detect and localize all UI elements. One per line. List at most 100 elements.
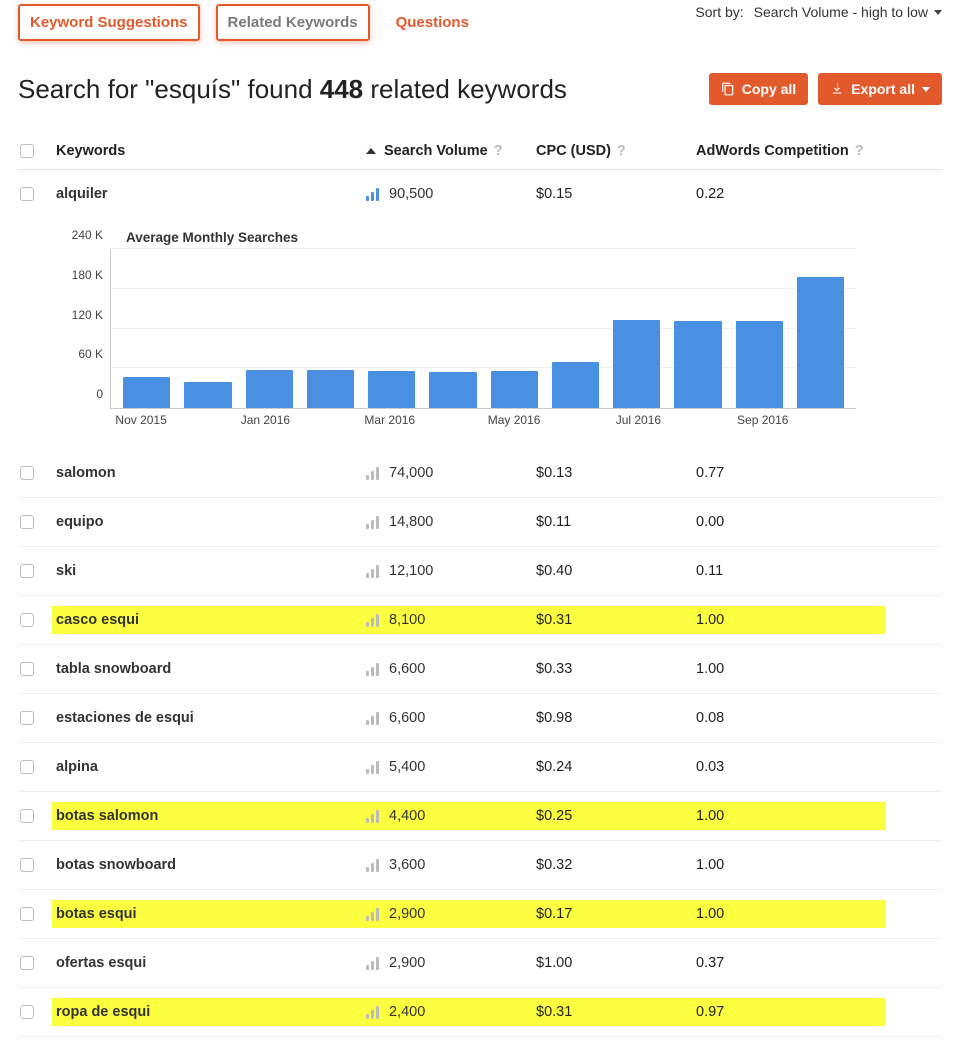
trend-bars-icon[interactable]	[366, 564, 379, 578]
y-tick-label: 120 K	[72, 308, 111, 322]
x-tick-label: May 2016	[488, 413, 541, 427]
row-checkbox[interactable]	[20, 187, 34, 201]
cpc-cell: $0.31	[536, 998, 696, 1026]
column-header-keywords[interactable]: Keywords	[56, 143, 366, 159]
y-tick-label: 180 K	[72, 268, 111, 282]
row-checkbox[interactable]	[20, 466, 34, 480]
volume-cell: 14,800	[389, 514, 433, 530]
row-checkbox[interactable]	[20, 515, 34, 529]
help-icon[interactable]: ?	[855, 143, 864, 159]
column-header-adwords[interactable]: AdWords Competition ?	[696, 143, 886, 159]
keyword-cell: alquiler	[56, 186, 108, 202]
adwords-cell: 0.11	[696, 557, 886, 585]
cpc-cell: $0.17	[536, 900, 696, 928]
table-row: botas salomon4,400$0.251.00	[18, 792, 942, 841]
row-checkbox[interactable]	[20, 858, 34, 872]
chart-bar	[552, 362, 599, 408]
volume-cell: 3,600	[389, 857, 425, 873]
adwords-cell: 1.00	[696, 655, 886, 683]
chart-bar	[368, 371, 415, 408]
chart-bar	[246, 370, 293, 408]
adwords-cell: 1.00	[696, 900, 886, 928]
select-all-checkbox[interactable]	[20, 144, 34, 158]
row-checkbox[interactable]	[20, 711, 34, 725]
export-all-label: Export all	[851, 81, 915, 97]
chevron-down-icon	[922, 87, 930, 92]
adwords-cell: 0.97	[696, 998, 886, 1026]
table-row: tabla snowboard 6,600 $0.331.00	[18, 645, 942, 694]
x-tick-label: Jan 2016	[241, 413, 290, 427]
chart-bar	[123, 377, 170, 408]
x-tick-label: Nov 2015	[115, 413, 166, 427]
volume-cell: 2,400	[389, 1004, 425, 1020]
trend-bars-icon[interactable]	[366, 760, 379, 774]
y-tick-label: 0	[96, 387, 111, 401]
keyword-cell: ski	[56, 563, 76, 579]
copy-icon	[721, 82, 735, 96]
column-header-search-volume[interactable]: Search Volume ?	[366, 143, 536, 159]
table-row: salomon74,000$0.130.77	[18, 449, 942, 498]
keyword-cell: botas salomon	[56, 808, 158, 824]
tab-related-keywords[interactable]: Related Keywords	[216, 4, 370, 41]
volume-cell: 90,500	[389, 186, 433, 202]
row-checkbox[interactable]	[20, 1005, 34, 1019]
sort-asc-icon	[366, 148, 376, 154]
trend-bars-icon[interactable]	[366, 907, 379, 921]
trend-bars-icon[interactable]	[366, 613, 379, 627]
trend-bars-icon[interactable]	[366, 187, 379, 201]
trend-bars-icon[interactable]	[366, 515, 379, 529]
chevron-down-icon	[934, 10, 942, 15]
keyword-cell: estaciones de esqui	[56, 710, 194, 726]
help-icon[interactable]: ?	[494, 143, 503, 159]
row-checkbox[interactable]	[20, 760, 34, 774]
tab-keyword-suggestions[interactable]: Keyword Suggestions	[18, 4, 200, 41]
x-tick-label: Mar 2016	[364, 413, 415, 427]
copy-all-button[interactable]: Copy all	[709, 73, 808, 105]
row-checkbox[interactable]	[20, 564, 34, 578]
row-checkbox[interactable]	[20, 809, 34, 823]
table-row: equipo14,800$0.110.00	[18, 498, 942, 547]
trend-bars-icon[interactable]	[366, 809, 379, 823]
volume-cell: 6,600	[389, 710, 425, 726]
x-tick-label: Jul 2016	[616, 413, 661, 427]
cpc-cell: $0.33	[536, 655, 696, 683]
trend-bars-icon[interactable]	[366, 662, 379, 676]
trend-bars-icon[interactable]	[366, 711, 379, 725]
keyword-cell: botas snowboard	[56, 857, 176, 873]
adwords-cell: 1.00	[696, 851, 886, 879]
row-checkbox[interactable]	[20, 662, 34, 676]
adwords-cell: 1.00	[696, 802, 886, 830]
keyword-cell: ropa de esqui	[56, 1004, 150, 1020]
trend-bars-icon[interactable]	[366, 956, 379, 970]
adwords-cell: 0.08	[696, 704, 886, 732]
trend-bars-icon[interactable]	[366, 466, 379, 480]
row-checkbox[interactable]	[20, 907, 34, 921]
keyword-cell: tabla snowboard	[56, 661, 171, 677]
volume-cell: 6,600	[389, 661, 425, 677]
volume-cell: 2,900	[389, 955, 425, 971]
column-header-cpc[interactable]: CPC (USD) ?	[536, 143, 696, 159]
export-all-button[interactable]: Export all	[818, 73, 942, 105]
trend-bars-icon[interactable]	[366, 858, 379, 872]
trend-bars-icon[interactable]	[366, 1005, 379, 1019]
keyword-cell: ofertas esqui	[56, 955, 146, 971]
row-checkbox[interactable]	[20, 956, 34, 970]
cpc-cell: $0.40	[536, 557, 696, 585]
download-icon	[830, 82, 844, 96]
y-tick-label: 60 K	[78, 347, 111, 361]
cpc-cell: $0.25	[536, 802, 696, 830]
adwords-cell: 1.00	[696, 606, 886, 634]
keyword-cell: casco esqui	[56, 612, 139, 628]
chart-bar	[613, 320, 660, 408]
row-checkbox[interactable]	[20, 613, 34, 627]
sort-by-select[interactable]: Search Volume - high to low	[754, 4, 942, 20]
cpc-cell: $0.13	[536, 459, 696, 487]
adwords-cell: 0.22	[696, 180, 886, 208]
table-row: alpina5,400$0.240.03	[18, 743, 942, 792]
tab-questions[interactable]: Questions	[386, 6, 479, 39]
chart-bar	[674, 321, 721, 408]
volume-cell: 5,400	[389, 759, 425, 775]
help-icon[interactable]: ?	[617, 143, 626, 159]
cpc-cell: $0.32	[536, 851, 696, 879]
volume-cell: 8,100	[389, 612, 425, 628]
